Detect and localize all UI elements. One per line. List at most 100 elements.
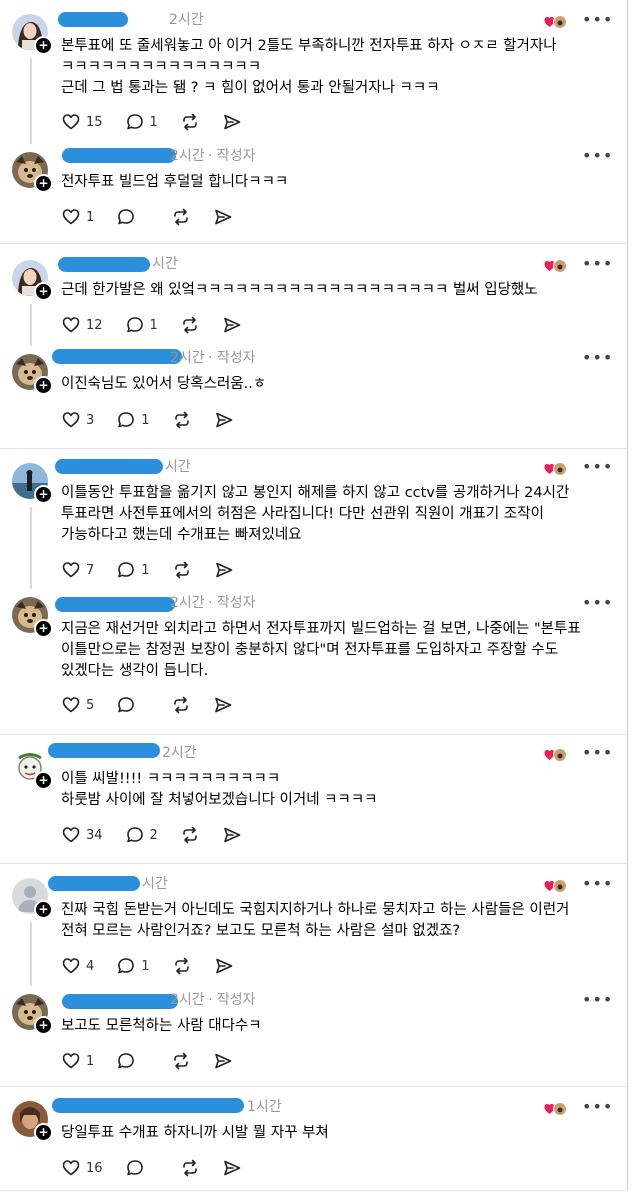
follow-plus-icon[interactable]: + [34,771,53,790]
avatar[interactable]: + [12,1101,53,1142]
like-button[interactable]: 16 [61,1158,103,1178]
more-options-icon[interactable]: ••• [582,1099,612,1117]
like-button[interactable]: 7 [61,560,94,580]
repost-button[interactable] [172,410,192,430]
share-button[interactable] [213,1051,233,1071]
share-icon [214,956,234,976]
follow-plus-icon[interactable]: + [34,485,53,504]
more-options-icon[interactable]: ••• [582,12,612,30]
post-time[interactable]: 1시간 [247,1097,282,1117]
avatar[interactable]: + [12,749,53,790]
repost-button[interactable] [172,956,192,976]
repost-button[interactable] [180,825,200,845]
post-time[interactable]: 2시간 [162,743,197,763]
post-actions: 1 [61,206,255,228]
repost-button[interactable] [171,207,191,227]
reply-button[interactable] [125,1158,158,1178]
follow-plus-icon[interactable]: + [34,36,53,55]
avatar[interactable]: + [12,597,53,638]
like-button[interactable]: 15 [61,112,103,132]
redacted-username[interactable] [58,12,128,27]
avatar[interactable]: + [12,354,53,395]
repost-button[interactable] [180,112,200,132]
share-button[interactable] [222,315,242,335]
post-time[interactable]: 2시간 [170,146,205,166]
reply-button[interactable]: 2 [125,825,158,845]
thread-connector-line [30,304,32,346]
follow-plus-icon[interactable]: + [34,174,53,193]
more-options-icon[interactable]: ••• [582,256,612,274]
share-button[interactable] [214,410,234,430]
post-time[interactable]: 시간 [152,254,178,274]
share-button[interactable] [214,560,234,580]
share-button[interactable] [222,825,242,845]
share-button[interactable] [222,1158,242,1178]
reply-button[interactable]: 1 [125,112,158,132]
avatar[interactable]: + [12,463,53,504]
post-time[interactable]: 시간 [165,457,191,477]
more-options-icon[interactable]: ••• [582,595,612,613]
reply-button[interactable]: 1 [116,956,150,976]
repost-button[interactable] [171,1051,191,1071]
like-button[interactable]: 1 [61,1051,94,1071]
repost-icon [171,695,191,715]
redacted-username[interactable] [58,257,150,272]
repost-button[interactable] [172,560,192,580]
like-button[interactable]: 4 [61,956,94,976]
share-button[interactable] [213,207,233,227]
follow-plus-icon[interactable]: + [34,282,53,301]
post-time[interactable]: 2시간 [170,593,205,613]
post-time[interactable]: 시간 [142,874,168,894]
more-options-icon[interactable]: ••• [582,876,612,894]
reply-button[interactable]: 1 [116,560,150,580]
like-button[interactable]: 12 [61,315,103,335]
follow-plus-icon[interactable]: + [34,900,53,919]
more-options-icon[interactable]: ••• [582,992,612,1010]
post-time[interactable]: 2시간 [170,348,205,368]
reply-button[interactable]: 1 [116,410,150,430]
reply-thread: + 시간 ••• 이틀동안 투표함을 옮기지 않고 봉인지 해제를 하지 않고 cct… [0,449,627,735]
comment-icon [125,315,145,335]
redacted-username[interactable] [55,459,163,474]
redacted-username[interactable] [52,1098,244,1113]
post-time[interactable]: 2시간 [170,990,205,1010]
reply-count: 1 [141,562,150,578]
author-tag: · 작성자 [208,595,256,611]
avatar[interactable]: + [12,994,53,1035]
avatar[interactable]: + [12,260,53,301]
redacted-username[interactable] [62,148,176,163]
like-button[interactable]: 5 [61,695,94,715]
avatar[interactable]: + [12,152,53,193]
repost-button[interactable] [171,695,191,715]
more-options-icon[interactable]: ••• [582,745,612,763]
redacted-username[interactable] [48,743,160,758]
redacted-username[interactable] [62,994,178,1009]
redacted-username[interactable] [52,349,182,364]
follow-plus-icon[interactable]: + [34,376,53,395]
avatar[interactable]: + [12,878,53,919]
reply-button[interactable] [116,1051,149,1071]
avatar[interactable]: + [12,14,53,55]
reply-button[interactable] [116,695,149,715]
share-button[interactable] [214,956,234,976]
like-button[interactable]: 1 [61,207,94,227]
more-options-icon[interactable]: ••• [582,459,612,477]
reply-button[interactable] [116,207,149,227]
follow-plus-icon[interactable]: + [34,1123,53,1142]
reply-button[interactable]: 1 [125,315,158,335]
repost-button[interactable] [180,1158,200,1178]
redacted-username[interactable] [55,597,175,612]
share-button[interactable] [222,112,242,132]
share-button[interactable] [213,695,233,715]
post-text: 이틀 씨발!!!! ㅋㅋㅋㅋㅋㅋㅋㅋㅋㅋ 하룻밤 사이에 잘 처넣어보겠습니다 … [61,771,378,808]
more-options-icon[interactable]: ••• [582,350,612,368]
like-button[interactable]: 3 [61,410,94,430]
repost-button[interactable] [180,315,200,335]
more-options-icon[interactable]: ••• [582,148,612,166]
window-edge [627,0,628,1190]
post-time[interactable]: 2시간 [169,10,204,30]
follow-plus-icon[interactable]: + [34,619,53,638]
like-button[interactable]: 34 [61,825,103,845]
follow-plus-icon[interactable]: + [34,1016,53,1035]
redacted-username[interactable] [48,876,140,891]
